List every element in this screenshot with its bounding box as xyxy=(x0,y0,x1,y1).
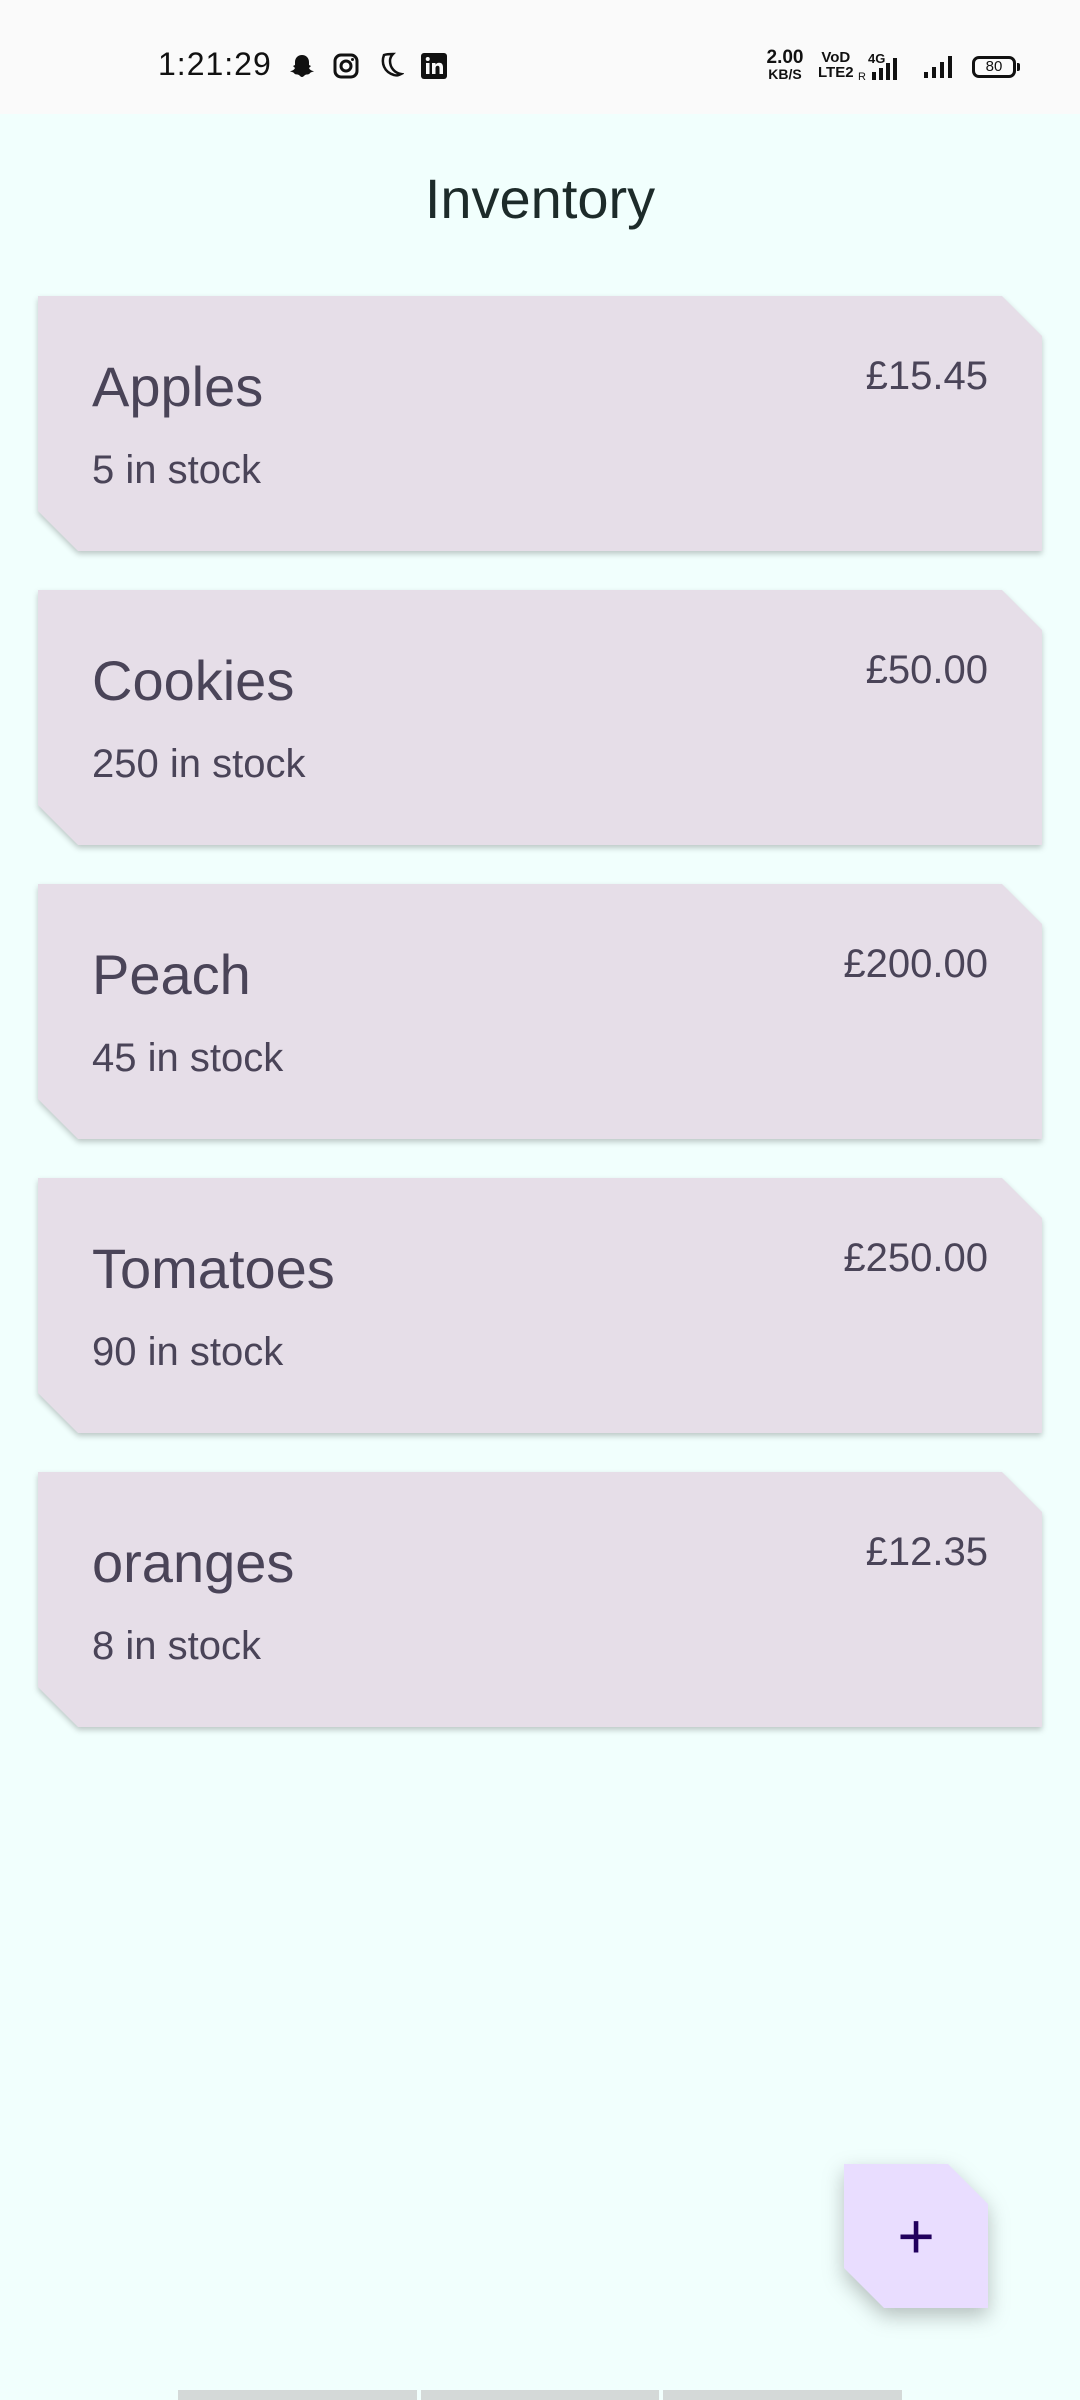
battery-icon: 80 xyxy=(972,56,1020,78)
volte-indicator: VoD LTE2 xyxy=(818,49,854,81)
instagram-icon xyxy=(333,53,359,79)
page-title: Inventory xyxy=(424,167,656,230)
item-stock: 250 in stock xyxy=(92,742,306,786)
status-bar: 1:21:29 2.00 KB/S VoD LTE2 4G R 80 xyxy=(0,0,1080,114)
item-name: Apples xyxy=(92,355,264,418)
item-price: £50.00 xyxy=(865,648,988,692)
item-price: £250.00 xyxy=(843,1236,988,1280)
item-stock: 90 in stock xyxy=(92,1330,284,1374)
item-price: £15.45 xyxy=(865,354,988,398)
item-price: £12.35 xyxy=(865,1530,988,1574)
add-item-button[interactable]: + xyxy=(844,2164,988,2308)
inventory-list: Apples 5 in stock £15.45 Cookies 250 in … xyxy=(38,296,1042,1766)
item-stock: 8 in stock xyxy=(92,1624,261,1668)
item-stock: 5 in stock xyxy=(92,448,261,492)
moon-icon xyxy=(381,52,404,77)
inventory-item[interactable]: Peach 45 in stock £200.00 xyxy=(38,884,1042,1139)
snapchat-icon xyxy=(290,55,314,77)
add-icon: + xyxy=(897,2200,935,2272)
svg-text:R: R xyxy=(858,71,866,82)
network-type: 4G xyxy=(868,51,885,66)
inventory-item[interactable]: Tomatoes 90 in stock £250.00 xyxy=(38,1178,1042,1433)
item-name: oranges xyxy=(92,1531,295,1594)
item-name: Peach xyxy=(92,943,251,1006)
network-speed: 2.00 KB/S xyxy=(766,47,804,82)
linkedin-icon xyxy=(421,53,447,79)
inventory-item[interactable]: oranges 8 in stock £12.35 xyxy=(38,1472,1042,1727)
gesture-bar xyxy=(178,2390,903,2400)
status-time: 1:21:29 xyxy=(158,46,272,82)
item-price: £200.00 xyxy=(843,942,988,986)
inventory-item[interactable]: Cookies 250 in stock £50.00 xyxy=(38,590,1042,845)
item-name: Cookies xyxy=(92,649,295,712)
signal-icon xyxy=(924,56,952,78)
inventory-item[interactable]: Apples 5 in stock £15.45 xyxy=(38,296,1042,551)
item-name: Tomatoes xyxy=(92,1237,335,1300)
signal-icon: 4G R xyxy=(858,51,897,82)
item-stock: 45 in stock xyxy=(92,1036,284,1080)
